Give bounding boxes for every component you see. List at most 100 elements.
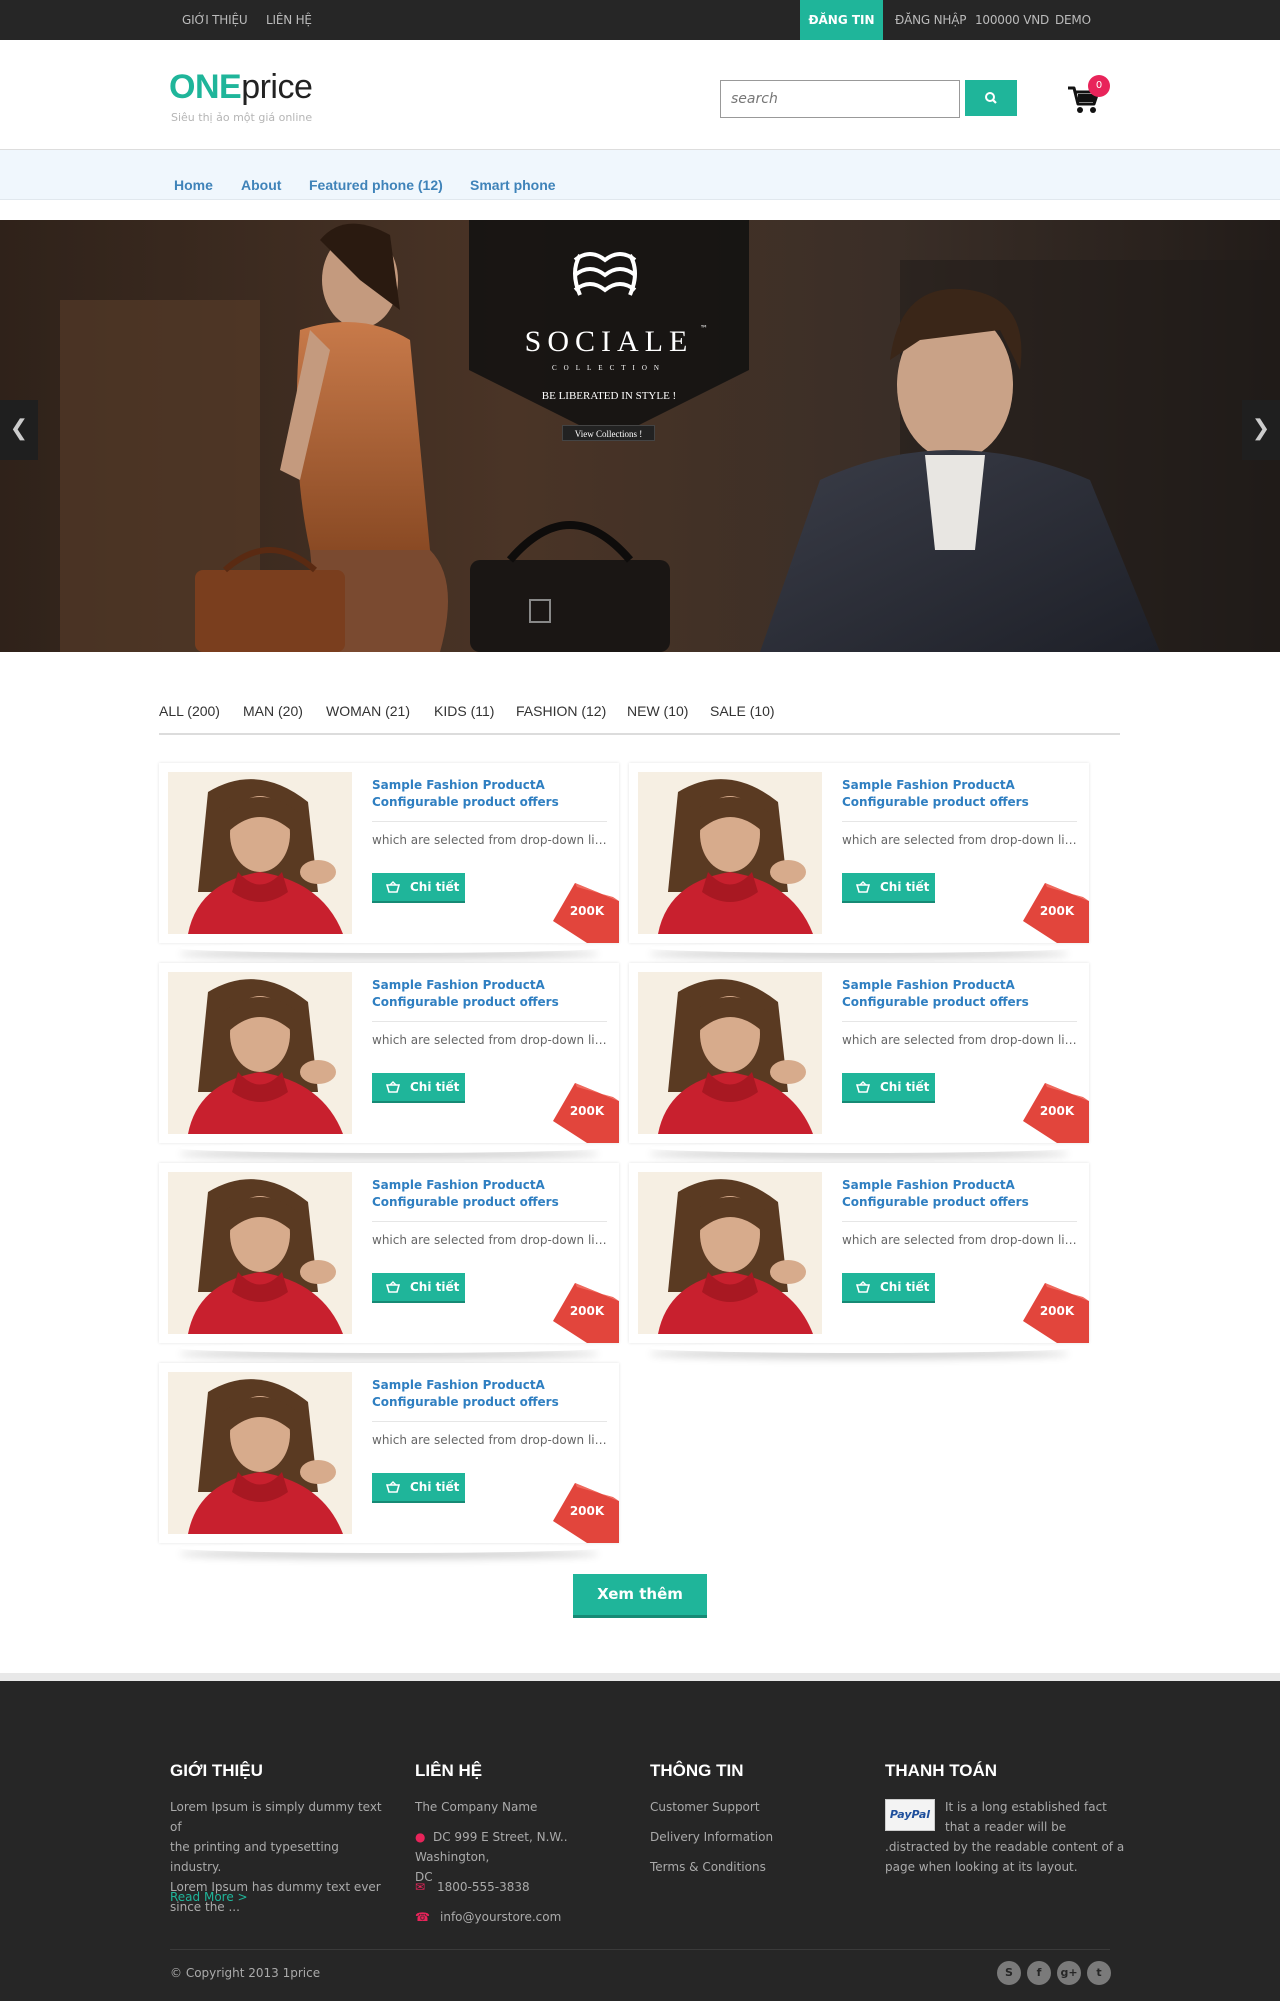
footer-link-terms[interactable]: Terms & Conditions	[650, 1857, 766, 1877]
product-image[interactable]	[638, 772, 822, 934]
top-link-user[interactable]: DEMO	[1055, 13, 1091, 27]
basket-icon	[856, 1081, 870, 1093]
footer-info-heading: THÔNG TIN	[650, 1761, 744, 1780]
logo-tagline: Siêu thị ảo một giá online	[171, 111, 313, 124]
product-price: 200K	[569, 1104, 605, 1118]
product-description: which are selected from drop-down lists.…	[372, 1233, 610, 1247]
brand-name: SOCIALE	[524, 325, 694, 358]
nav-featured-phone[interactable]: Featured phone (12)	[309, 177, 443, 193]
phone-icon: ☎	[415, 1910, 430, 1924]
product-card: Sample Fashion ProductA Configurable pro…	[629, 963, 1089, 1143]
product-detail-label: Chi tiết	[410, 1080, 460, 1094]
mail-icon: ✉	[415, 1880, 426, 1894]
product-title-link[interactable]: Sample Fashion ProductA Configurable pro…	[842, 977, 1080, 1011]
view-collections-button[interactable]: View Collections !	[562, 425, 655, 441]
main-nav: Home About Featured phone (12) Smart pho…	[0, 150, 1280, 200]
divider	[372, 821, 607, 822]
slider-next-button[interactable]: ❯	[1242, 400, 1280, 460]
product-detail-button[interactable]: Chi tiết	[372, 873, 465, 903]
basket-icon	[856, 1281, 870, 1293]
search-input[interactable]: search	[720, 80, 960, 118]
post-ad-button[interactable]: ĐĂNG TIN	[800, 0, 883, 40]
footer-payment-heading: THANH TOÁN	[885, 1761, 998, 1780]
product-title-link[interactable]: Sample Fashion ProductA Configurable pro…	[372, 1177, 610, 1211]
account-balance: 100000 VND	[975, 13, 1050, 27]
product-image[interactable]	[168, 1372, 352, 1534]
top-bar: GIỚI THIỆU LIÊN HỆ ĐĂNG TIN ĐĂNG NHẬP 10…	[0, 0, 1280, 40]
footer-email-link[interactable]: info@yourstore.com	[440, 1907, 561, 1927]
filter-woman[interactable]: WOMAN (21)	[326, 703, 410, 719]
logo-one: ONE	[169, 68, 242, 106]
chevron-left-icon: ❮	[9, 416, 29, 441]
filter-kids[interactable]: KIDS (11)	[434, 703, 494, 719]
product-detail-label: Chi tiết	[880, 1080, 930, 1094]
product-detail-button[interactable]: Chi tiết	[372, 1473, 465, 1503]
cart-count-badge: 0	[1088, 75, 1110, 97]
twitter-icon[interactable]: t	[1087, 1961, 1111, 1985]
facebook-icon[interactable]: f	[1027, 1961, 1051, 1985]
product-detail-label: Chi tiết	[880, 880, 930, 894]
brand-slogan: BE LIBERATED IN STYLE !	[541, 390, 677, 402]
google-plus-icon[interactable]: g+	[1057, 1961, 1081, 1985]
product-title-link[interactable]: Sample Fashion ProductA Configurable pro…	[372, 977, 610, 1011]
divider	[372, 1421, 607, 1422]
product-price: 200K	[1039, 1304, 1075, 1318]
brand-collection: COLLECTION	[552, 364, 666, 372]
logo-price: price	[241, 68, 313, 106]
product-title-link[interactable]: Sample Fashion ProductA Configurable pro…	[372, 777, 610, 811]
filter-new[interactable]: NEW (10)	[627, 703, 688, 719]
nav-home[interactable]: Home	[174, 177, 213, 193]
product-card: Sample Fashion ProductA Configurable pro…	[159, 1363, 619, 1543]
product-image[interactable]	[638, 1172, 822, 1334]
product-detail-label: Chi tiết	[410, 1280, 460, 1294]
top-link-contact[interactable]: LIÊN HỆ	[266, 13, 312, 27]
product-title-link[interactable]: Sample Fashion ProductA Configurable pro…	[372, 1377, 610, 1411]
brand-trademark: ™	[700, 324, 708, 333]
site-logo[interactable]: ONEprice	[169, 68, 313, 106]
site-header: ONEprice Siêu thị ảo một giá online sear…	[0, 40, 1280, 150]
product-price: 200K	[1039, 904, 1075, 918]
search-button[interactable]	[965, 80, 1017, 116]
slider-prev-button[interactable]: ❮	[0, 400, 38, 460]
divider	[842, 1221, 1077, 1222]
footer-link-customer-support[interactable]: Customer Support	[650, 1797, 760, 1817]
product-price: 200K	[569, 904, 605, 918]
product-image[interactable]	[168, 1172, 352, 1334]
filter-all[interactable]: ALL (200)	[159, 703, 220, 719]
basket-icon	[386, 881, 400, 893]
product-detail-button[interactable]: Chi tiết	[842, 1273, 935, 1303]
product-title-link[interactable]: Sample Fashion ProductA Configurable pro…	[842, 777, 1080, 811]
footer-link-delivery-information[interactable]: Delivery Information	[650, 1827, 773, 1847]
basket-icon	[386, 1281, 400, 1293]
product-image[interactable]	[168, 772, 352, 934]
nav-about[interactable]: About	[241, 177, 281, 193]
product-detail-label: Chi tiết	[410, 1480, 460, 1494]
product-detail-button[interactable]: Chi tiết	[372, 1273, 465, 1303]
footer-payment-text-more: .distracted by the readable content of a…	[885, 1840, 1125, 1874]
product-card: Sample Fashion ProductA Configurable pro…	[629, 1163, 1089, 1343]
filter-sale[interactable]: SALE (10)	[710, 703, 775, 719]
filter-fashion[interactable]: FASHION (12)	[516, 703, 606, 719]
footer-read-more-link[interactable]: Read More >	[170, 1887, 248, 1907]
product-image[interactable]	[168, 972, 352, 1134]
basket-icon	[856, 881, 870, 893]
divider	[842, 1021, 1077, 1022]
footer-company-name: The Company Name	[415, 1800, 538, 1814]
filter-man[interactable]: MAN (20)	[243, 703, 303, 719]
product-detail-button[interactable]: Chi tiết	[842, 873, 935, 903]
nav-smart-phone[interactable]: Smart phone	[470, 177, 556, 193]
product-card: Sample Fashion ProductA Configurable pro…	[159, 963, 619, 1143]
category-filter-bar: ALL (200) MAN (20) WOMAN (21) KIDS (11) …	[159, 700, 1120, 735]
product-detail-button[interactable]: Chi tiết	[372, 1073, 465, 1103]
footer-divider	[170, 1949, 1110, 1950]
product-title-link[interactable]: Sample Fashion ProductA Configurable pro…	[842, 1177, 1080, 1211]
skype-icon[interactable]: S	[997, 1961, 1021, 1985]
product-detail-button[interactable]: Chi tiết	[842, 1073, 935, 1103]
footer-payment-text: It is a long established fact that a rea…	[945, 1800, 1107, 1834]
product-image[interactable]	[638, 972, 822, 1134]
top-link-login[interactable]: ĐĂNG NHẬP	[895, 13, 966, 27]
load-more-button[interactable]: Xem thêm	[573, 1574, 707, 1618]
top-link-about[interactable]: GIỚI THIỆU	[182, 13, 248, 27]
product-description: which are selected from drop-down lists.…	[842, 1233, 1080, 1247]
product-price: 200K	[1039, 1104, 1075, 1118]
